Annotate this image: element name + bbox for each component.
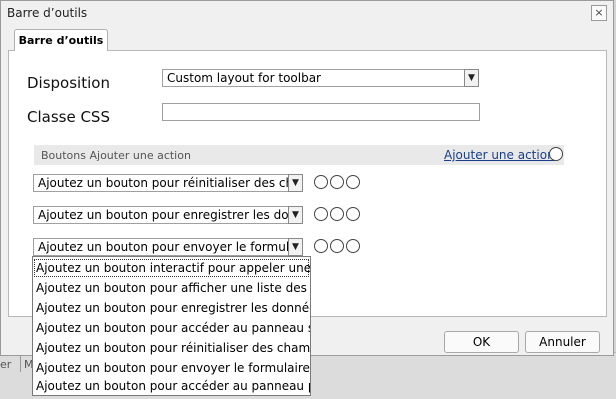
close-icon[interactable]: × [591, 5, 607, 21]
chevron-down-icon[interactable]: ▼ [464, 69, 479, 87]
dropdown-option[interactable]: Ajoutez un bouton pour accéder au pannea… [33, 318, 310, 338]
chevron-down-icon[interactable]: ▼ [288, 238, 303, 256]
dropdown-option[interactable]: Ajoutez un bouton pour enregistrer les d… [33, 298, 310, 318]
layout-select[interactable]: Custom layout for toolbar [162, 69, 465, 87]
row3-circle-icon-1[interactable] [314, 239, 328, 253]
css-class-label: Classe CSS [27, 108, 110, 126]
row1-circle-icon-2[interactable] [330, 175, 344, 189]
css-class-input[interactable] [162, 103, 480, 121]
action-select-1[interactable]: Ajoutez un bouton pour réinitialiser des… [33, 174, 289, 192]
action-dropdown-list: Ajoutez un bouton interactif pour appele… [32, 256, 311, 396]
row2-circle-icon-2[interactable] [330, 207, 344, 221]
cancel-button[interactable]: Annuler [525, 331, 600, 353]
layout-label: Disposition [27, 74, 110, 92]
add-action-circle-icon[interactable] [549, 147, 563, 161]
row1-circle-icon-1[interactable] [314, 175, 328, 189]
dropdown-option[interactable]: Ajoutez un bouton pour envoyer le formul… [33, 358, 310, 378]
dropdown-option[interactable]: Ajoutez un bouton interactif pour appele… [33, 258, 310, 278]
row3-circle-icon-3[interactable] [346, 239, 360, 253]
actions-section-title: Boutons Ajouter une action [41, 149, 191, 162]
dialog-title: Barre d’outils [7, 6, 88, 20]
chevron-down-icon[interactable]: ▼ [288, 206, 303, 224]
action-select-2[interactable]: Ajoutez un bouton pour enregistrer les d… [33, 206, 289, 224]
row1-circle-icon-3[interactable] [346, 175, 360, 189]
add-action-link[interactable]: Ajouter une action [444, 148, 555, 162]
row3-circle-icon-2[interactable] [330, 239, 344, 253]
actions-section-header: Boutons Ajouter une action Ajouter une a… [34, 145, 564, 165]
dialog-titlebar: Barre d’outils × [1, 1, 613, 25]
dropdown-option[interactable]: Ajoutez un bouton pour accéder au pannea… [33, 376, 310, 396]
dropdown-option[interactable]: Ajoutez un bouton pour afficher une list… [33, 278, 310, 298]
background-separator [20, 356, 21, 372]
action-select-3[interactable]: Ajoutez un bouton pour envoyer le formul… [33, 238, 289, 256]
row2-circle-icon-1[interactable] [314, 207, 328, 221]
background-text-left: er [0, 358, 12, 371]
tab-toolbar[interactable]: Barre d’outils [14, 29, 108, 51]
ok-button[interactable]: OK [444, 331, 519, 353]
dropdown-option[interactable]: Ajoutez un bouton pour réinitialiser des… [33, 338, 310, 358]
chevron-down-icon[interactable]: ▼ [288, 174, 303, 192]
row2-circle-icon-3[interactable] [346, 207, 360, 221]
